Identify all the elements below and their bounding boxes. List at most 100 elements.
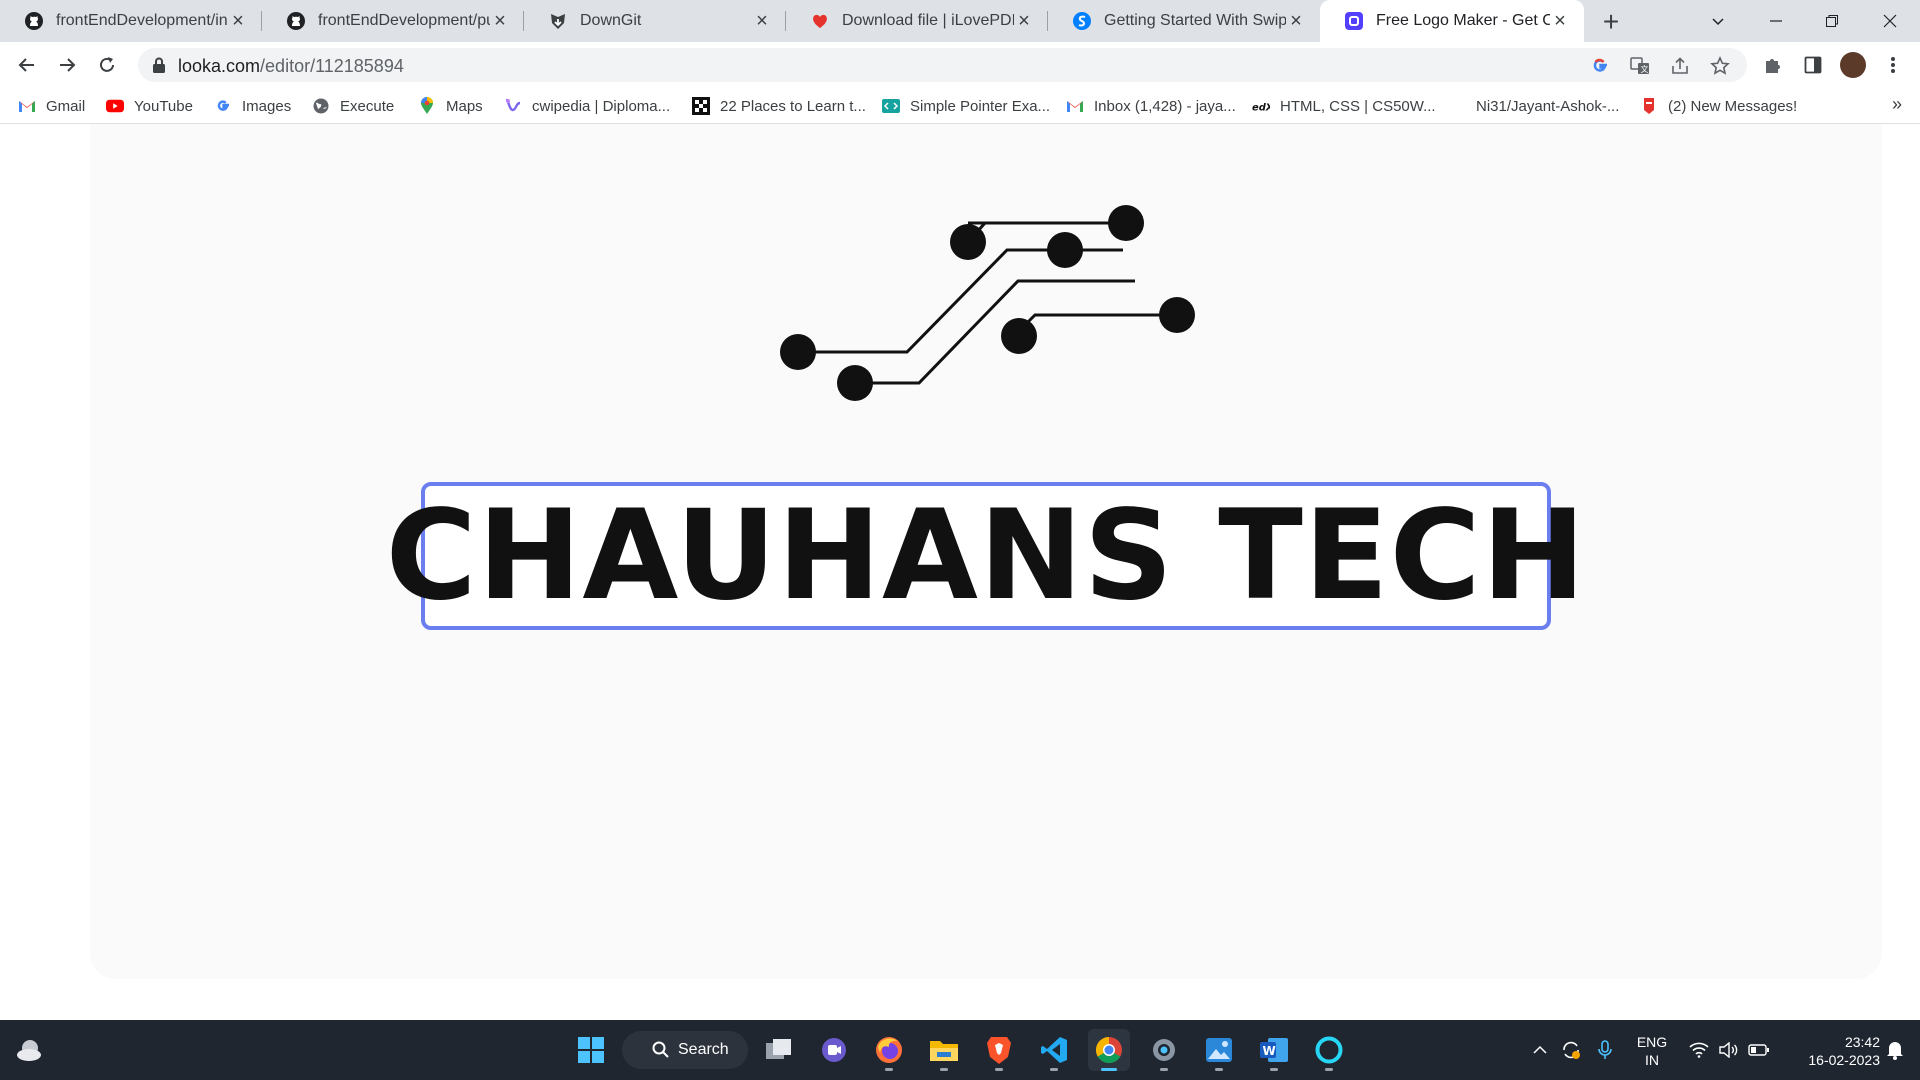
tab-ilovepdf[interactable]: Download file | iLovePDF × xyxy=(786,0,1048,42)
running-indicator xyxy=(885,1068,893,1071)
tab-github-index[interactable]: frontEndDevelopment/inde × xyxy=(0,0,262,42)
code-icon xyxy=(882,97,900,115)
tab-downgit[interactable]: DownGit × xyxy=(524,0,786,42)
tab-title: DownGit xyxy=(580,12,642,29)
chrome-icon xyxy=(1095,1036,1122,1064)
battery-button[interactable] xyxy=(1744,1020,1774,1080)
circuit-traces-icon[interactable] xyxy=(90,124,1882,484)
side-panel-button[interactable] xyxy=(1800,52,1826,78)
volume-button[interactable] xyxy=(1714,1020,1744,1080)
search-label: Search xyxy=(678,1041,729,1058)
close-icon[interactable]: × xyxy=(228,10,248,32)
close-icon[interactable]: × xyxy=(752,10,772,32)
translate-icon[interactable]: 文 xyxy=(1628,54,1652,78)
firefox-icon xyxy=(876,1037,902,1063)
bookmark-label: (2) New Messages! xyxy=(1668,97,1798,115)
github-icon xyxy=(286,11,306,31)
microphone-button[interactable] xyxy=(1590,1020,1620,1080)
tab-title: Download file | iLovePDF xyxy=(842,12,1014,29)
tab-looka[interactable]: Free Logo Maker - Get Cust × xyxy=(1320,0,1584,42)
new-tab-button[interactable]: + xyxy=(1597,6,1625,37)
input-language-indicator[interactable]: ENG IN xyxy=(1630,1033,1674,1069)
bookmark-label: Execute xyxy=(340,97,395,115)
avatar xyxy=(1840,52,1866,78)
bookmark-star-icon[interactable] xyxy=(1708,54,1732,78)
notification-bell-icon xyxy=(1887,1042,1903,1060)
sync-status-button[interactable] xyxy=(1556,1020,1586,1080)
tab-swiper[interactable]: Getting Started With Swipe × xyxy=(1048,0,1320,42)
taskbar-app-vscode[interactable] xyxy=(1033,1029,1075,1071)
close-icon[interactable]: × xyxy=(1550,10,1570,32)
taskbar-app-task-view[interactable] xyxy=(758,1029,800,1071)
bookmark-maps[interactable]: Maps xyxy=(418,95,483,117)
gmail-icon xyxy=(18,97,36,115)
taskbar-app-file-explorer[interactable] xyxy=(923,1029,965,1071)
url-text: looka.com/editor/112185894 xyxy=(178,56,404,77)
windows-taskbar: Search W ENG IN 23:42 16-02-2023 xyxy=(0,1020,1920,1080)
taskbar-app-word[interactable]: W xyxy=(1253,1029,1295,1071)
reload-button[interactable] xyxy=(92,50,122,80)
taskbar-app-brave[interactable] xyxy=(978,1029,1020,1071)
search-icon xyxy=(652,1041,669,1058)
bookmark-label: HTML, CSS | CS50W... xyxy=(1280,97,1436,115)
bookmark-22-places[interactable]: 22 Places to Learn t... xyxy=(692,95,866,117)
taskbar-app-cortana[interactable] xyxy=(1308,1029,1350,1071)
bookmark-simple-pointer[interactable]: Simple Pointer Exa... xyxy=(882,95,1050,117)
bookmark-label: Gmail xyxy=(46,97,86,115)
bookmark-execute[interactable]: Execute xyxy=(312,95,394,117)
language-code: ENG xyxy=(1636,1034,1668,1050)
taskbar-app-teams-chat[interactable] xyxy=(813,1029,855,1071)
chrome-menu-button[interactable] xyxy=(1880,52,1906,78)
bookmarks-overflow-button[interactable]: » xyxy=(1892,94,1902,115)
close-icon[interactable]: × xyxy=(1014,10,1034,32)
bookmark-youtube[interactable]: YouTube xyxy=(106,95,193,117)
bookmarks-bar: Gmail YouTube Images Execute Maps cwiped… xyxy=(0,88,1920,124)
tab-search-button[interactable] xyxy=(1692,0,1744,42)
taskbar-app-settings[interactable] xyxy=(1143,1029,1185,1071)
close-icon[interactable]: × xyxy=(1286,10,1306,32)
taskbar-app-photos[interactable] xyxy=(1198,1029,1240,1071)
brand-name-text-box[interactable]: CHAUHANS TECH xyxy=(386,482,1585,630)
extensions-button[interactable] xyxy=(1760,52,1786,78)
wifi-button[interactable] xyxy=(1684,1020,1714,1080)
running-indicator xyxy=(1215,1068,1223,1071)
bookmark-ni31[interactable]: Ni31/Jayant-Ashok-... xyxy=(1448,95,1619,117)
notifications-button[interactable] xyxy=(1878,1020,1912,1080)
bookmark-inbox[interactable]: Inbox (1,428) - jaya... xyxy=(1066,95,1236,117)
bookmark-gmail[interactable]: Gmail xyxy=(18,95,85,117)
cs50-icon: edX xyxy=(1252,97,1270,115)
address-bar[interactable]: looka.com/editor/112185894 文 xyxy=(138,48,1747,82)
microphone-icon xyxy=(1598,1040,1612,1059)
svg-text:W: W xyxy=(1263,1044,1276,1058)
taskbar-app-firefox[interactable] xyxy=(868,1029,910,1071)
share-icon[interactable] xyxy=(1668,54,1692,78)
volume-icon xyxy=(1719,1042,1738,1058)
bookmark-cs50w[interactable]: edX HTML, CSS | CS50W... xyxy=(1252,95,1436,117)
bookmark-cwipedia[interactable]: cwipedia | Diploma... xyxy=(504,95,670,117)
tab-title: frontEndDevelopment/publ xyxy=(318,12,490,29)
minimize-icon xyxy=(1770,20,1782,22)
running-indicator xyxy=(940,1068,948,1071)
tab-title: Free Logo Maker - Get Cust xyxy=(1376,12,1550,29)
taskbar-app-chrome[interactable] xyxy=(1088,1029,1130,1071)
close-window-button[interactable] xyxy=(1864,0,1916,42)
taskbar-search[interactable]: Search xyxy=(622,1031,748,1069)
task-view-icon xyxy=(766,1039,791,1059)
close-icon[interactable]: × xyxy=(490,10,510,32)
weather-widget[interactable] xyxy=(10,1020,50,1080)
profile-button[interactable] xyxy=(1840,52,1866,78)
folder-icon xyxy=(930,1041,958,1061)
forward-button[interactable] xyxy=(52,50,82,80)
restore-button[interactable] xyxy=(1806,0,1858,42)
bookmark-new-messages[interactable]: (2) New Messages! xyxy=(1640,95,1797,117)
start-button[interactable] xyxy=(570,1029,612,1071)
tab-github-public[interactable]: frontEndDevelopment/publ × xyxy=(262,0,524,42)
back-button[interactable] xyxy=(12,50,42,80)
show-hidden-icons-button[interactable] xyxy=(1526,1020,1554,1080)
minimize-button[interactable] xyxy=(1750,0,1802,42)
google-lens-icon[interactable] xyxy=(1588,54,1612,78)
cortana-icon xyxy=(1315,1036,1343,1064)
bookmark-label: Inbox (1,428) - jaya... xyxy=(1094,97,1236,115)
system-clock[interactable]: 23:42 16-02-2023 xyxy=(1780,1033,1880,1069)
bookmark-images[interactable]: Images xyxy=(214,95,291,117)
